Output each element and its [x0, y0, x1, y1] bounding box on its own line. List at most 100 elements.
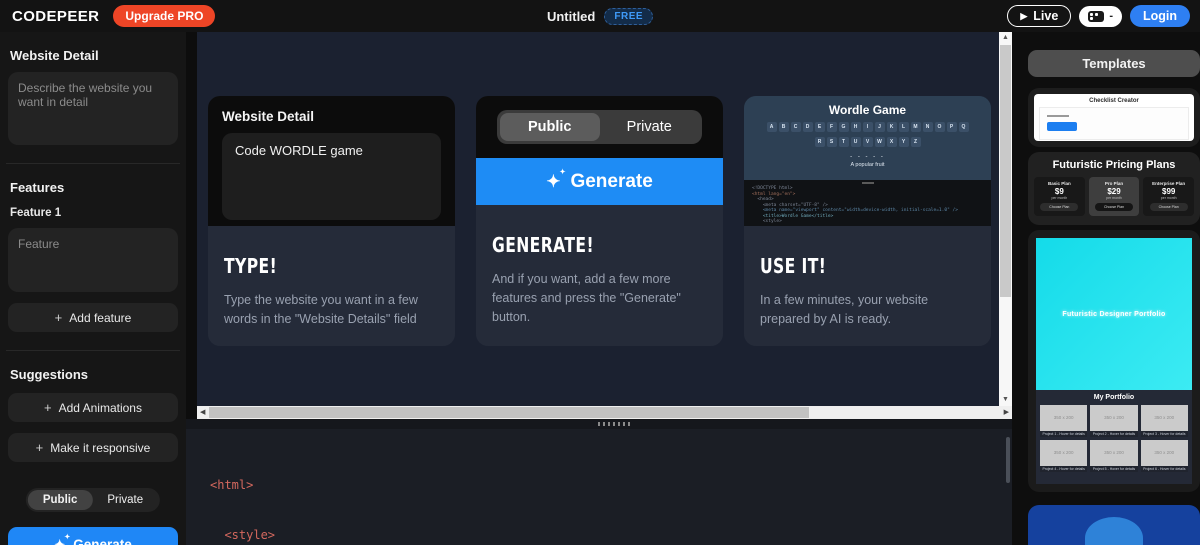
preview-generate-label: Generate [570, 171, 652, 193]
add-feature-label: Add feature [69, 311, 131, 325]
feature-1-label: Feature 1 [10, 207, 176, 219]
scroll-left-icon[interactable]: ◀ [200, 406, 205, 419]
plan-cta: Choose Plan [1150, 203, 1188, 211]
card-type-preview: Website Detail Code WORDLE game [208, 96, 455, 226]
horizontal-scroll-thumb[interactable] [209, 407, 809, 418]
wordle-key: P [947, 122, 957, 132]
wordle-keyboard-row2: RSTUVWXYZ [744, 137, 991, 147]
resize-handle[interactable] [598, 422, 630, 426]
portfolio-tile: 350 x 200Project 5 - Hover for details [1090, 440, 1137, 472]
plan-name: Pro Plan [1089, 181, 1140, 186]
plan-price: $9 [1034, 187, 1085, 196]
template-pricing-plans[interactable]: Futuristic Pricing Plans Basic Plan $9 p… [1028, 152, 1200, 225]
plus-icon: + [36, 441, 44, 454]
canvas-horizontal-scrollbar[interactable]: ◀ ▶ [197, 406, 1012, 419]
code-scroll-thumb[interactable] [1006, 437, 1010, 483]
wordle-key: U [851, 137, 861, 147]
visibility-toggle: Public Private [26, 488, 160, 512]
plan-period: per month [1089, 196, 1140, 200]
vertical-scroll-thumb[interactable] [1000, 45, 1011, 297]
website-detail-input[interactable] [8, 72, 178, 145]
pricing-plan-enterprise: Enterprise Plan $99 per month Choose Pla… [1143, 177, 1194, 216]
wordle-key: S [827, 137, 837, 147]
wordle-key: M [911, 122, 921, 132]
feature-input[interactable] [8, 228, 178, 292]
canvas-vertical-scrollbar[interactable]: ▲ ▼ [999, 32, 1012, 406]
toggle-private[interactable]: Private [92, 490, 158, 510]
wordle-key: A [767, 122, 777, 132]
live-button[interactable]: ▶ Live [1007, 5, 1071, 27]
record-button[interactable]: - [1079, 6, 1122, 27]
plan-period: per month [1143, 196, 1194, 200]
tile-size: 350 x 200 [1141, 440, 1188, 466]
scroll-right-icon[interactable]: ▶ [1004, 406, 1009, 419]
card-generate: Public Private ✦ Generate GENERATE! And … [476, 96, 723, 346]
wordle-key: X [887, 137, 897, 147]
video-camera-icon [1088, 11, 1104, 22]
features-heading: Features [10, 180, 176, 195]
wordle-key: O [935, 122, 945, 132]
template-checklist-creator[interactable]: Checklist Creator [1028, 88, 1200, 147]
tile-caption: Project 6 - Hover for details [1141, 466, 1188, 472]
preview-canvas: Website Detail Code WORDLE game TYPE! Ty… [197, 32, 1012, 406]
portfolio-body: My Portfolio 350 x 200Project 1 - Hover … [1036, 390, 1192, 484]
drag-handle-icon [862, 182, 874, 184]
wordle-key: K [887, 122, 897, 132]
login-button[interactable]: Login [1130, 5, 1190, 27]
topbar-actions: ▶ Live - Login [1007, 5, 1190, 27]
suggestion-make-responsive[interactable]: + Make it responsive [8, 433, 178, 462]
plan-name: Basic Plan [1034, 181, 1085, 186]
toggle-public[interactable]: Public [28, 490, 93, 510]
checklist-title: Checklist Creator [1034, 98, 1194, 104]
wordle-key: R [815, 137, 825, 147]
wordle-key: F [827, 122, 837, 132]
topbar: CODEPEER Upgrade PRO Untitled FREE ▶ Liv… [0, 0, 1200, 32]
scroll-up-icon[interactable]: ▲ [999, 33, 1012, 43]
tile-caption: Project 4 - Hover for details [1040, 466, 1087, 472]
code-line: <style> [210, 527, 1012, 544]
wordle-key: H [851, 122, 861, 132]
pricing-columns: Basic Plan $9 per month Choose Plan Pro … [1034, 177, 1194, 216]
add-feature-button[interactable]: + Add feature [8, 303, 178, 332]
portfolio-tile: 350 x 200Project 4 - Hover for details [1040, 440, 1087, 472]
plus-icon: + [55, 311, 63, 324]
wordle-preview: Wordle Game ABCDEFGHIJKLMNOPQ RSTUVWXYZ … [744, 96, 991, 180]
step-description: In a few minutes, your website prepared … [760, 291, 975, 329]
tile-size: 350 x 200 [1040, 440, 1087, 466]
wordle-key: J [875, 122, 885, 132]
sparkle-icon: ✦ [546, 173, 560, 190]
scroll-down-icon[interactable]: ▼ [999, 395, 1012, 405]
website-detail-heading: Website Detail [10, 48, 176, 63]
step-description: And if you want, add a few more features… [492, 270, 707, 326]
checklist-preview: Checklist Creator [1034, 94, 1194, 141]
upgrade-pro-button[interactable]: Upgrade PRO [113, 5, 215, 27]
wordle-key: V [863, 137, 873, 147]
template-ocean[interactable] [1028, 505, 1200, 545]
wordle-key: I [863, 122, 873, 132]
record-dash: - [1109, 11, 1113, 22]
wordle-key: D [803, 122, 813, 132]
code-line: <style> [752, 219, 983, 225]
wordle-code-preview: <!DOCTYPE html><html lang="en"> <head> <… [744, 180, 991, 226]
portfolio-hero: Futuristic Designer Portfolio [1036, 238, 1192, 390]
divider [6, 350, 180, 351]
card-type-text: TYPE! Type the website you want in a few… [208, 226, 455, 346]
step-description: Type the website you want in a few words… [224, 291, 439, 329]
generate-label: Generate [73, 537, 132, 545]
tile-caption: Project 3 - Hover for details [1141, 431, 1188, 437]
plan-cta: Choose Plan [1095, 203, 1133, 211]
tile-size: 350 x 200 [1090, 440, 1137, 466]
plan-name: Enterprise Plan [1143, 181, 1194, 186]
generate-button[interactable]: ✦ Generate [8, 527, 178, 545]
card-type: Website Detail Code WORDLE game TYPE! Ty… [208, 96, 455, 346]
code-editor[interactable]: <html> <style> @import url("https://font… [186, 429, 1012, 545]
preview-generate-button: ✦ Generate [476, 158, 723, 205]
step-title: USE IT! [760, 254, 826, 278]
wordle-key: E [815, 122, 825, 132]
plus-icon: + [44, 401, 52, 414]
suggestion-add-animations[interactable]: + Add Animations [8, 393, 178, 422]
preview-website-detail-heading: Website Detail [222, 109, 441, 124]
sun-shape [1085, 517, 1143, 545]
portfolio-tile: 350 x 200Project 2 - Hover for details [1090, 405, 1137, 437]
template-designer-portfolio[interactable]: Futuristic Designer Portfolio My Portfol… [1028, 230, 1200, 492]
